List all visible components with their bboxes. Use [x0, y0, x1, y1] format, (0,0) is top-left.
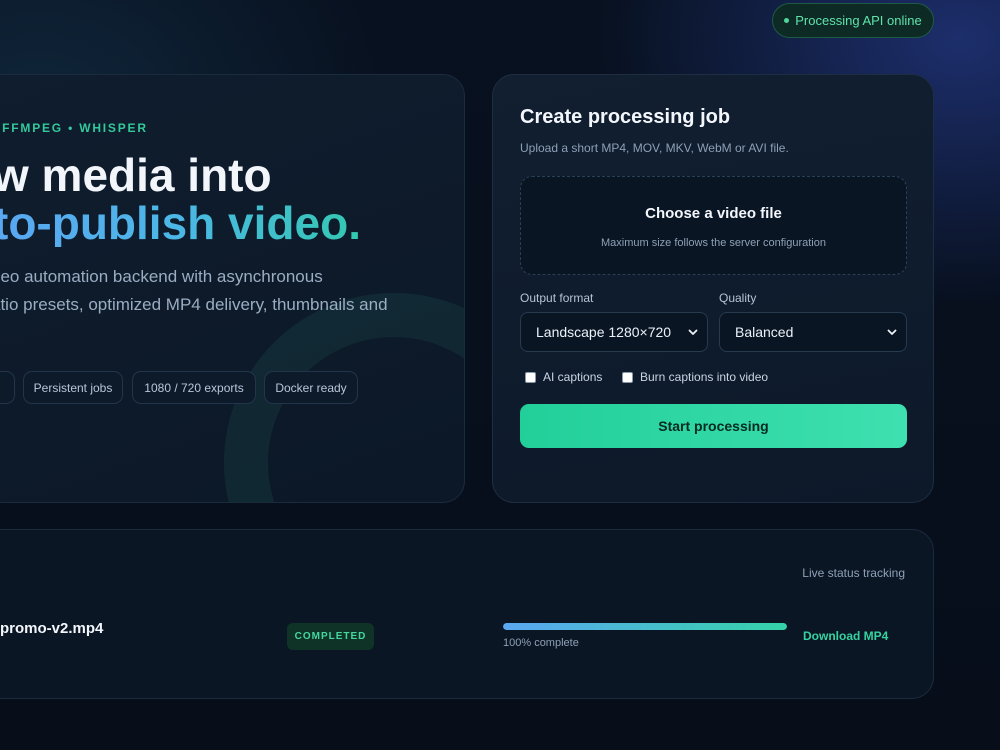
- status-dot-icon: [784, 18, 790, 23]
- video-file-dropzone[interactable]: Choose a video file Maximum size follows…: [520, 176, 907, 275]
- api-status-badge: Processing API online: [772, 3, 934, 38]
- feature-chip: l: [0, 371, 15, 404]
- headline-line-1: w media into: [0, 149, 272, 201]
- hero-description: deo automation backend with asynchronous…: [0, 263, 461, 319]
- job-progress-fill: [503, 623, 787, 630]
- quality-value: Balanced: [735, 324, 794, 340]
- job-form-title: Create processing job: [520, 106, 731, 128]
- start-processing-button[interactable]: Start processing: [520, 404, 907, 448]
- job-form-subtitle: Upload a short MP4, MOV, MKV, WebM or AV…: [520, 141, 789, 155]
- burn-captions-checkbox[interactable]: [622, 371, 633, 383]
- job-progress-text: 100% complete: [503, 637, 579, 649]
- feature-chip: Docker ready: [264, 371, 358, 404]
- dropzone-subtitle: Maximum size follows the server configur…: [601, 237, 826, 249]
- hero-headline: w media into to-publish video.: [0, 151, 361, 247]
- hero-description-line-2: atio presets, optimized MP4 delivery, th…: [0, 295, 388, 314]
- dropzone-title: Choose a video file: [645, 205, 782, 222]
- feature-chip: Persistent jobs: [23, 371, 123, 404]
- chevron-down-icon: [688, 329, 698, 335]
- quality-label: Quality: [719, 291, 757, 305]
- api-status-text: Processing API online: [795, 13, 922, 28]
- hero-card: • FFMPEG • WHISPER w media into to-publi…: [0, 74, 465, 503]
- chevron-down-icon: [887, 329, 897, 335]
- live-status-text: Live status tracking: [802, 566, 905, 580]
- create-job-card: Create processing job Upload a short MP4…: [492, 74, 934, 503]
- job-file-name: -promo-v2.mp4: [0, 620, 104, 637]
- ai-captions-checkbox[interactable]: [525, 371, 536, 383]
- burn-captions-label: Burn captions into video: [640, 370, 769, 384]
- hero-eyebrow: • FFMPEG • WHISPER: [0, 121, 148, 135]
- job-status-badge: COMPLETED: [287, 623, 374, 650]
- quality-select[interactable]: Balanced: [719, 312, 907, 352]
- job-progress-bar: [503, 623, 787, 630]
- output-format-select[interactable]: Landscape 1280×720: [520, 312, 708, 352]
- hero-description-line-1: deo automation backend with asynchronous: [0, 267, 323, 286]
- jobs-panel: Live status tracking -promo-v2.mp4 COMPL…: [0, 529, 934, 699]
- burn-captions-option[interactable]: Burn captions into video: [622, 370, 768, 384]
- ai-captions-label: AI captions: [543, 370, 603, 384]
- headline-line-2: to-publish video.: [0, 199, 361, 247]
- download-mp4-link[interactable]: Download MP4: [803, 629, 888, 643]
- feature-chip: 1080 / 720 exports: [132, 371, 256, 404]
- output-format-value: Landscape 1280×720: [536, 324, 672, 340]
- output-format-label: Output format: [520, 291, 594, 305]
- ai-captions-option[interactable]: AI captions: [525, 370, 602, 384]
